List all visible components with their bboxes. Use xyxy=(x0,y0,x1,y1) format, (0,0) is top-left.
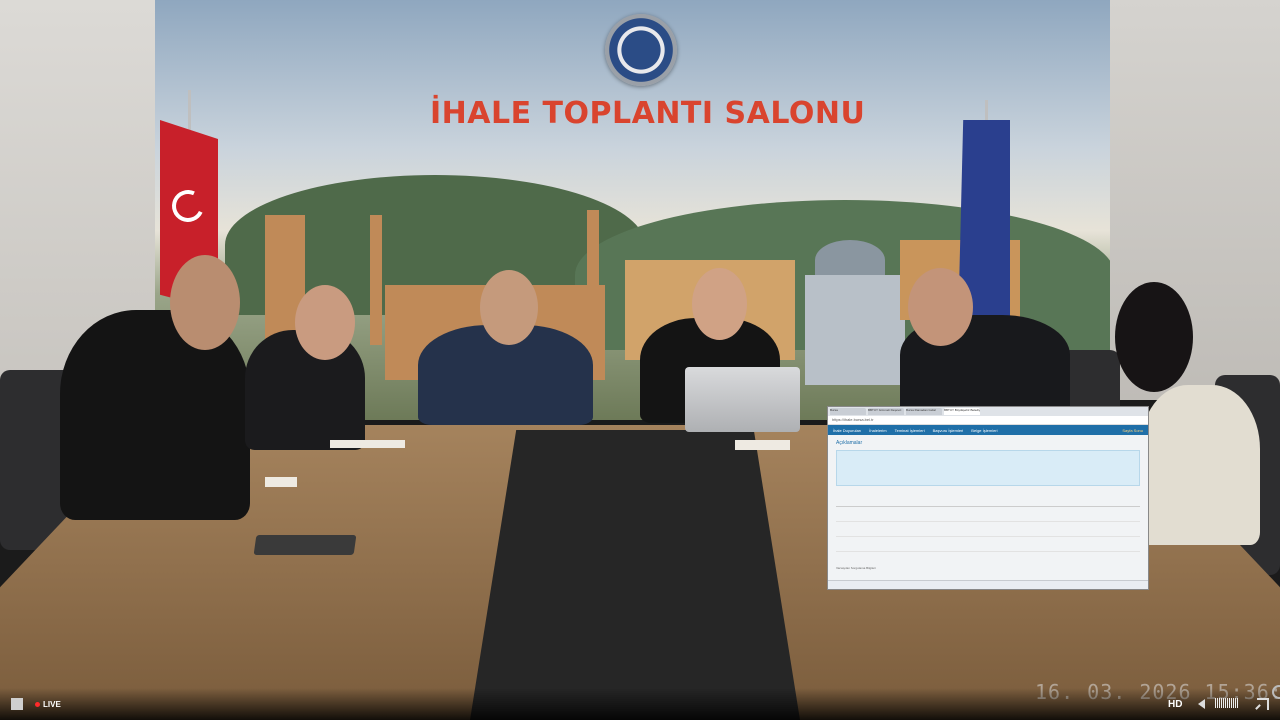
browser-tab: Bursa Ramadan Gıdal xyxy=(906,408,942,415)
browser-tabs: Bursa BBTUY Gimmeli Deşevci Bursa Ramada… xyxy=(828,407,1148,416)
stop-button[interactable] xyxy=(11,698,23,710)
live-label: LIVE xyxy=(43,700,61,709)
video-player[interactable]: İHALE TOPLANTI SALONU 16. 03. 2026 15:36… xyxy=(0,0,1280,720)
participant xyxy=(1140,385,1260,545)
table-row xyxy=(836,506,1140,522)
quality-button[interactable]: HD xyxy=(1168,699,1182,710)
volume-icon[interactable] xyxy=(1198,699,1205,709)
screen-share-window: Bursa BBTUY Gimmeli Deşevci Bursa Ramada… xyxy=(827,406,1149,590)
table-row xyxy=(836,536,1140,552)
table-runner xyxy=(470,430,800,720)
document xyxy=(265,477,297,487)
site-nav: İhale Duyuruları İhalelerim Teminat İşle… xyxy=(828,425,1148,435)
nav-item: Başvuru İşlemleri xyxy=(932,427,964,433)
laptop xyxy=(685,367,800,432)
hall-title: İHALE TOPLANTI SALONU xyxy=(430,96,866,131)
nav-item: İhalelerim xyxy=(869,427,887,433)
control-bar xyxy=(0,688,1280,720)
address-bar: https://ihale.bursa.bel.tr xyxy=(828,416,1148,425)
browser-tab: BBTUY Büyükşehir Belediyesi xyxy=(944,408,980,415)
nav-item: Belge İşlemleri xyxy=(971,427,998,433)
live-dot-icon xyxy=(35,702,40,707)
fullscreen-icon[interactable] xyxy=(1257,698,1269,710)
tender-table xyxy=(836,492,1140,552)
volume-slider[interactable] xyxy=(1215,698,1238,708)
table-footer: Varsayılan Sorgulama Bilgileri xyxy=(836,566,876,570)
taskbar xyxy=(828,580,1148,589)
calculator xyxy=(253,535,357,555)
video-frame: İHALE TOPLANTI SALONU 16. 03. 2026 15:36… xyxy=(0,0,1280,720)
nav-item: İhale Duyuruları xyxy=(833,427,862,433)
municipality-logo xyxy=(605,14,677,86)
info-box xyxy=(836,450,1140,486)
page-heading: Açıklamalar xyxy=(836,440,863,446)
browser-tab: Bursa xyxy=(830,408,866,415)
browser-tab: BBTUY Gimmeli Deşevci xyxy=(868,408,904,415)
document xyxy=(330,440,405,448)
live-indicator[interactable]: LIVE xyxy=(35,700,61,709)
nav-right: Sayfa Sonu xyxy=(1122,427,1143,433)
table-row xyxy=(836,521,1140,537)
document xyxy=(735,440,790,450)
settings-icon[interactable] xyxy=(1272,685,1280,699)
nav-item: Teminat İşlemleri xyxy=(894,427,925,433)
